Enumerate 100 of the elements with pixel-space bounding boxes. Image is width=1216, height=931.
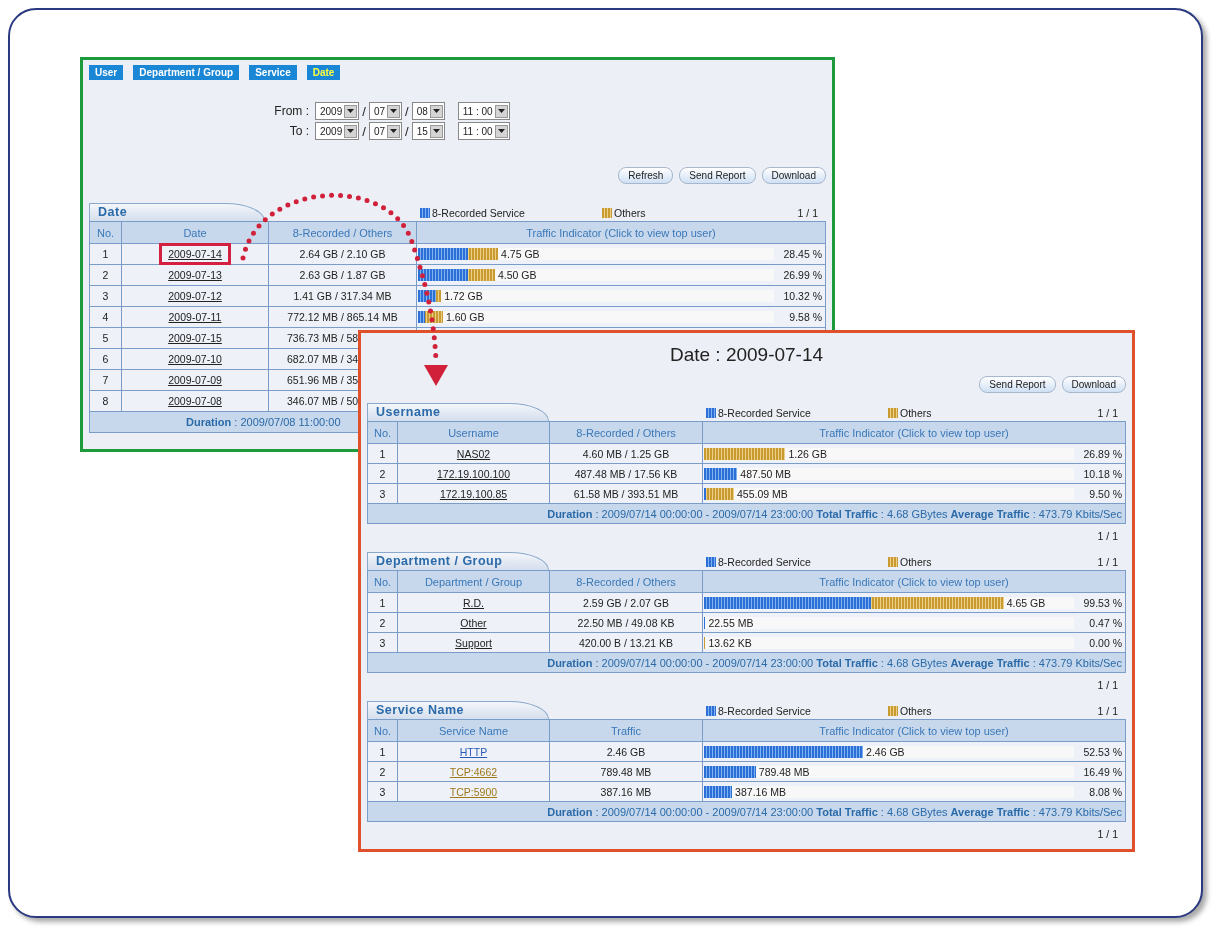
- table-cell: 8: [89, 390, 122, 412]
- column-header: Traffic Indicator (Click to view top user): [702, 719, 1126, 742]
- tab[interactable]: Department / Group: [133, 65, 240, 80]
- column-header: No.: [367, 719, 398, 742]
- column-header: No.: [367, 570, 398, 593]
- row-link[interactable]: NAS02: [456, 447, 491, 460]
- table-cell[interactable]: 4.75 GB 28.45 %: [416, 243, 826, 265]
- legend-label: 8-Recorded Service: [718, 705, 811, 717]
- traffic-total: 455.09 MB: [735, 486, 788, 501]
- column-header: No.: [89, 221, 122, 244]
- table-cell[interactable]: 1.26 GB 26.89 %: [702, 443, 1126, 464]
- traffic-percent: 99.53 %: [1082, 596, 1122, 609]
- legend-label: Others: [900, 407, 932, 419]
- caret-icon: [429, 104, 443, 118]
- striped-square-icon: [706, 408, 716, 418]
- dropdown[interactable]: 07: [368, 122, 402, 140]
- traffic-total: 2.46 GB: [865, 744, 905, 759]
- caret-icon: [387, 124, 400, 138]
- table-cell[interactable]: 2.46 GB 52.53 %: [702, 741, 1126, 762]
- table-cell: 1: [89, 243, 122, 265]
- date-separator: /: [362, 103, 366, 119]
- row-link[interactable]: Support: [455, 636, 492, 649]
- action-button[interactable]: Send Report: [979, 376, 1056, 393]
- dropdown[interactable]: 11 : 00: [457, 122, 510, 140]
- row-link[interactable]: 2009-07-12: [168, 290, 222, 302]
- duration-summary: Duration : 2009/07/14 00:00:00 - 2009/07/14 23:00:00 Total Traffic : 4.68 GBytes Average Traffic : 473.79 Kbits/Sec: [367, 801, 1126, 822]
- table-cell[interactable]: 487.50 MB 10.18 %: [702, 463, 1126, 484]
- row-link[interactable]: Other: [460, 616, 487, 629]
- row-link[interactable]: 2009-07-15: [168, 332, 222, 344]
- table-cell[interactable]: 455.09 MB 9.50 %: [702, 483, 1126, 504]
- traffic-total: 387.16 MB: [734, 784, 786, 799]
- action-button[interactable]: Download: [1061, 376, 1126, 393]
- tab[interactable]: User: [89, 65, 124, 80]
- row-link[interactable]: 2009-07-10: [168, 353, 222, 365]
- caret-icon: [494, 124, 508, 138]
- column-header: Traffic Indicator (Click to view top user): [702, 421, 1126, 444]
- caret-icon: [344, 104, 358, 118]
- legend-label: 8-Recorded Service: [718, 556, 811, 568]
- table-cell[interactable]: 4.65 GB 99.53 %: [702, 592, 1126, 613]
- row-link[interactable]: 172.19.100.100: [437, 467, 510, 480]
- legend-label: Others: [900, 556, 932, 568]
- row-link[interactable]: TCP:4662: [449, 765, 498, 778]
- page-indicator: 1 / 1: [1097, 556, 1119, 568]
- table-cell: 3: [367, 483, 398, 504]
- traffic-percent: 26.89 %: [1082, 447, 1122, 460]
- table-cell: 7: [89, 369, 122, 391]
- striped-square-icon: [602, 208, 612, 218]
- table-cell: 1: [367, 443, 398, 464]
- traffic-percent: 0.00 %: [1088, 636, 1122, 649]
- dropdown[interactable]: 11 : 00: [457, 102, 510, 120]
- page-indicator: 1 / 1: [797, 207, 819, 219]
- row-link[interactable]: 172.19.100.85: [439, 487, 508, 500]
- table-cell: 3: [89, 285, 122, 307]
- traffic-total: 789.48 MB: [757, 764, 810, 779]
- traffic-total: 4.50 GB: [496, 268, 537, 282]
- striped-square-icon: [888, 706, 898, 716]
- dropdown[interactable]: 2009: [315, 102, 360, 120]
- traffic-percent: 10.32 %: [782, 290, 822, 302]
- striped-square-icon: [420, 208, 430, 218]
- tab[interactable]: Service: [249, 65, 297, 80]
- table-cell[interactable]: 789.48 MB 16.49 %: [702, 761, 1126, 782]
- action-button[interactable]: Download: [761, 167, 826, 184]
- row-link[interactable]: 2009-07-14: [159, 243, 231, 265]
- action-button[interactable]: Send Report: [679, 167, 756, 184]
- dropdown[interactable]: 15: [411, 122, 445, 140]
- dropdown[interactable]: 07: [368, 102, 402, 120]
- tab[interactable]: Date: [306, 65, 341, 80]
- legend-label: 8-Recorded Service: [432, 207, 525, 219]
- traffic-total: 1.26 GB: [787, 446, 827, 461]
- row-link[interactable]: 2009-07-09: [168, 374, 222, 386]
- table-cell[interactable]: 13.62 KB 0.00 %: [702, 632, 1126, 653]
- traffic-percent: 26.99 %: [782, 269, 822, 281]
- page-indicator: 1 / 1: [1097, 530, 1118, 542]
- table-cell: 6: [89, 348, 122, 370]
- table-cell[interactable]: 22.55 MB 0.47 %: [702, 612, 1126, 633]
- traffic-percent: 10.18 %: [1082, 467, 1122, 480]
- traffic-total: 13.62 KB: [707, 635, 752, 650]
- table-cell[interactable]: 387.16 MB 8.08 %: [702, 781, 1126, 802]
- table-cell: 5: [89, 327, 122, 349]
- row-link[interactable]: 2009-07-13: [168, 269, 222, 281]
- column-header: Date: [121, 221, 269, 244]
- striped-square-icon: [888, 557, 898, 567]
- column-header: Service Name: [397, 719, 550, 742]
- traffic-percent: 9.50 %: [1088, 487, 1122, 500]
- striped-square-icon: [706, 557, 716, 567]
- caret-icon: [494, 104, 508, 118]
- table-cell: 2: [367, 463, 398, 484]
- legend-label: Others: [614, 207, 646, 219]
- row-link[interactable]: 2009-07-11: [168, 311, 222, 323]
- row-link[interactable]: R.D.: [463, 596, 484, 609]
- row-link[interactable]: TCP:5900: [449, 785, 498, 798]
- dropdown[interactable]: 08: [411, 102, 445, 120]
- column-header: Traffic Indicator (Click to view top user): [416, 221, 826, 244]
- row-link[interactable]: HTTP: [459, 745, 488, 758]
- column-header: Department / Group: [397, 570, 550, 593]
- dropdown[interactable]: 2009: [315, 122, 360, 140]
- row-link[interactable]: 2009-07-08: [168, 395, 222, 407]
- table-cell: 3: [367, 781, 398, 802]
- action-button[interactable]: Refresh: [618, 167, 674, 184]
- striped-square-icon: [706, 706, 716, 716]
